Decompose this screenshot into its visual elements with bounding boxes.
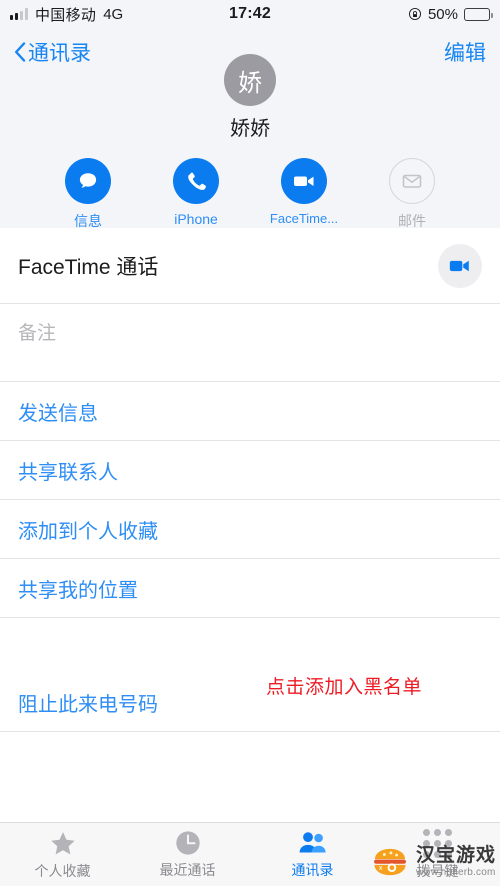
status-bar: 中国移动 4G 17:42 50% bbox=[0, 0, 500, 28]
contact-detail-screen: 中国移动 4G 17:42 50% 通讯录 编辑 娇 娇娇 信息 iPhone … bbox=[0, 0, 500, 886]
clock-icon bbox=[175, 831, 200, 855]
phone-icon bbox=[173, 158, 219, 204]
rotation-lock-icon bbox=[408, 7, 421, 21]
tab-label: 个人收藏 bbox=[34, 862, 91, 879]
tab-keypad[interactable]: 拨号键 bbox=[375, 823, 500, 886]
quick-action-label: iPhone bbox=[174, 211, 218, 227]
contact-header: 通讯录 编辑 娇 娇娇 信息 iPhone FaceTime... 邮件 bbox=[0, 28, 500, 231]
quick-actions-row: 信息 iPhone FaceTime... 邮件 bbox=[0, 158, 500, 231]
quick-action-mail: 邮件 bbox=[384, 158, 440, 231]
tab-label: 最近通话 bbox=[159, 862, 216, 878]
tab-contacts[interactable]: 通讯录 bbox=[250, 823, 375, 886]
action-row-label: 发送信息 bbox=[18, 402, 98, 425]
battery-percent-label: 50% bbox=[427, 5, 458, 23]
action-row-share-contact[interactable]: 共享联系人 bbox=[0, 441, 500, 500]
notes-row[interactable]: 备注 bbox=[0, 304, 500, 382]
message-icon bbox=[65, 158, 111, 204]
action-row-share-my-location[interactable]: 共享我的位置 bbox=[0, 559, 500, 618]
contacts-icon bbox=[299, 832, 326, 853]
quick-action-phone[interactable]: iPhone bbox=[168, 158, 224, 231]
action-row-block-caller[interactable]: 阻止此来电号码 bbox=[0, 673, 500, 732]
contact-detail-content: FaceTime 通话 备注 发送信息 共享联系人 添加到个人收藏 共享我的位置 bbox=[0, 228, 500, 822]
tab-bar: 个人收藏 最近通话 通讯录 拨号键 x 汉宝游戏 www.hbherb.com bbox=[0, 822, 500, 886]
contact-identity: 娇 娇娇 bbox=[0, 54, 500, 141]
avatar-initial: 娇 bbox=[238, 69, 262, 97]
facetime-video-button[interactable] bbox=[438, 243, 482, 288]
tab-recents[interactable]: 最近通话 bbox=[125, 823, 250, 886]
tab-label: 拨号键 bbox=[416, 862, 459, 879]
section-gap bbox=[0, 618, 500, 673]
tab-favorites[interactable]: 个人收藏 bbox=[0, 823, 125, 886]
action-row-label: 添加到个人收藏 bbox=[18, 520, 158, 543]
keypad-icon bbox=[423, 828, 452, 858]
video-icon bbox=[281, 158, 327, 204]
quick-action-label: FaceTime... bbox=[269, 211, 339, 226]
quick-action-message[interactable]: 信息 bbox=[60, 158, 116, 231]
action-row-send-message[interactable]: 发送信息 bbox=[0, 382, 500, 441]
annotation-text: 点击添加入黑名单 bbox=[266, 677, 423, 698]
facetime-row[interactable]: FaceTime 通话 bbox=[0, 228, 500, 304]
avatar[interactable]: 娇 bbox=[224, 54, 276, 106]
tab-label: 通讯录 bbox=[291, 862, 334, 878]
quick-action-facetime[interactable]: FaceTime... bbox=[270, 158, 338, 231]
facetime-label: FaceTime 通话 bbox=[18, 255, 159, 279]
notes-placeholder: 备注 bbox=[18, 323, 57, 344]
battery-icon bbox=[464, 7, 493, 21]
action-row-label: 共享联系人 bbox=[18, 461, 118, 484]
status-bar-right: 50% bbox=[408, 5, 493, 23]
mail-icon bbox=[389, 158, 435, 204]
action-row-label: 共享我的位置 bbox=[18, 579, 138, 602]
action-row-add-to-favorites[interactable]: 添加到个人收藏 bbox=[0, 500, 500, 559]
video-camera-icon bbox=[449, 260, 469, 271]
contact-name: 娇娇 bbox=[230, 118, 270, 140]
action-row-label: 阻止此来电号码 bbox=[18, 693, 158, 716]
star-icon bbox=[50, 831, 75, 854]
